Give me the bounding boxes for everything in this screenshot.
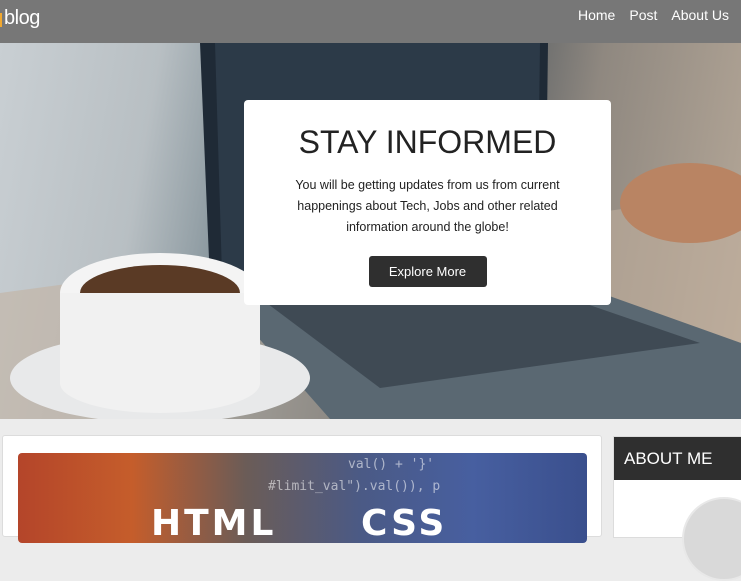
navbar: blog Home Post About Us C <box>0 0 741 43</box>
featured-post-image[interactable]: #limit_val").val()), p val() + '}' HTML … <box>18 453 587 543</box>
nav-link-post[interactable]: Post <box>629 7 657 23</box>
logo-text: blog <box>4 6 40 29</box>
image-label-html: HTML <box>151 503 277 543</box>
hero-banner: STAY INFORMED You will be getting update… <box>0 43 741 419</box>
about-me-widget: ABOUT ME <box>613 436 741 581</box>
nav-link-about-us[interactable]: About Us <box>671 7 729 23</box>
hero-card: STAY INFORMED You will be getting update… <box>244 100 611 305</box>
featured-post-card[interactable]: #limit_val").val()), p val() + '}' HTML … <box>2 435 602 543</box>
nav-menu: Home Post About Us C <box>578 0 741 30</box>
hero-title: STAY INFORMED <box>298 124 557 160</box>
author-avatar <box>682 497 741 581</box>
hero-description: You will be getting updates from us from… <box>295 178 560 234</box>
code-snippet-2: val() + '}' <box>348 457 435 472</box>
site-logo[interactable]: blog <box>0 5 40 31</box>
nav-link-home[interactable]: Home <box>578 7 615 23</box>
code-snippet-1: #limit_val").val()), p <box>268 479 441 494</box>
image-label-css: CSS <box>361 503 448 543</box>
about-me-title: ABOUT ME <box>614 437 741 480</box>
explore-more-button[interactable]: Explore More <box>368 256 487 287</box>
logo-accent-bar <box>0 12 2 27</box>
